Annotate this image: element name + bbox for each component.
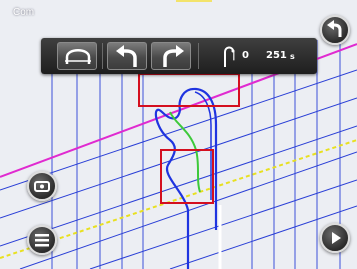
play-icon bbox=[332, 232, 341, 244]
needle-icon bbox=[34, 181, 50, 192]
counter-divider: | bbox=[232, 50, 236, 61]
stitch-icon bbox=[65, 49, 91, 64]
redo-arrow-icon bbox=[163, 45, 184, 67]
menu-icon bbox=[35, 234, 49, 247]
stitch-path bbox=[154, 87, 218, 269]
counter-value-b: 251 bbox=[266, 50, 287, 61]
back-arrow-icon bbox=[327, 20, 342, 37]
needle-icon bbox=[224, 46, 235, 67]
app-title: Com bbox=[13, 7, 35, 18]
top-indicator bbox=[176, 0, 212, 2]
stitch-button[interactable] bbox=[57, 42, 97, 70]
toolbar-separator bbox=[102, 43, 103, 69]
needle-button[interactable] bbox=[27, 171, 57, 201]
counter-value-a: 0 bbox=[242, 50, 249, 61]
toolbar-separator bbox=[198, 43, 199, 69]
redo-button[interactable] bbox=[151, 42, 191, 70]
counter-suffix: s bbox=[290, 52, 295, 61]
pattern-editor-screen: Com | 0 251 s bbox=[0, 0, 357, 269]
stitch-path-inner bbox=[194, 91, 212, 200]
stitch-counter: | 0 251 s bbox=[217, 41, 309, 71]
play-button[interactable] bbox=[320, 223, 350, 253]
menu-button[interactable] bbox=[27, 225, 57, 255]
undo-button[interactable] bbox=[107, 42, 147, 70]
edit-toolbar: | 0 251 s bbox=[41, 38, 317, 74]
undo-arrow-icon bbox=[116, 45, 137, 67]
back-button[interactable] bbox=[320, 15, 350, 45]
